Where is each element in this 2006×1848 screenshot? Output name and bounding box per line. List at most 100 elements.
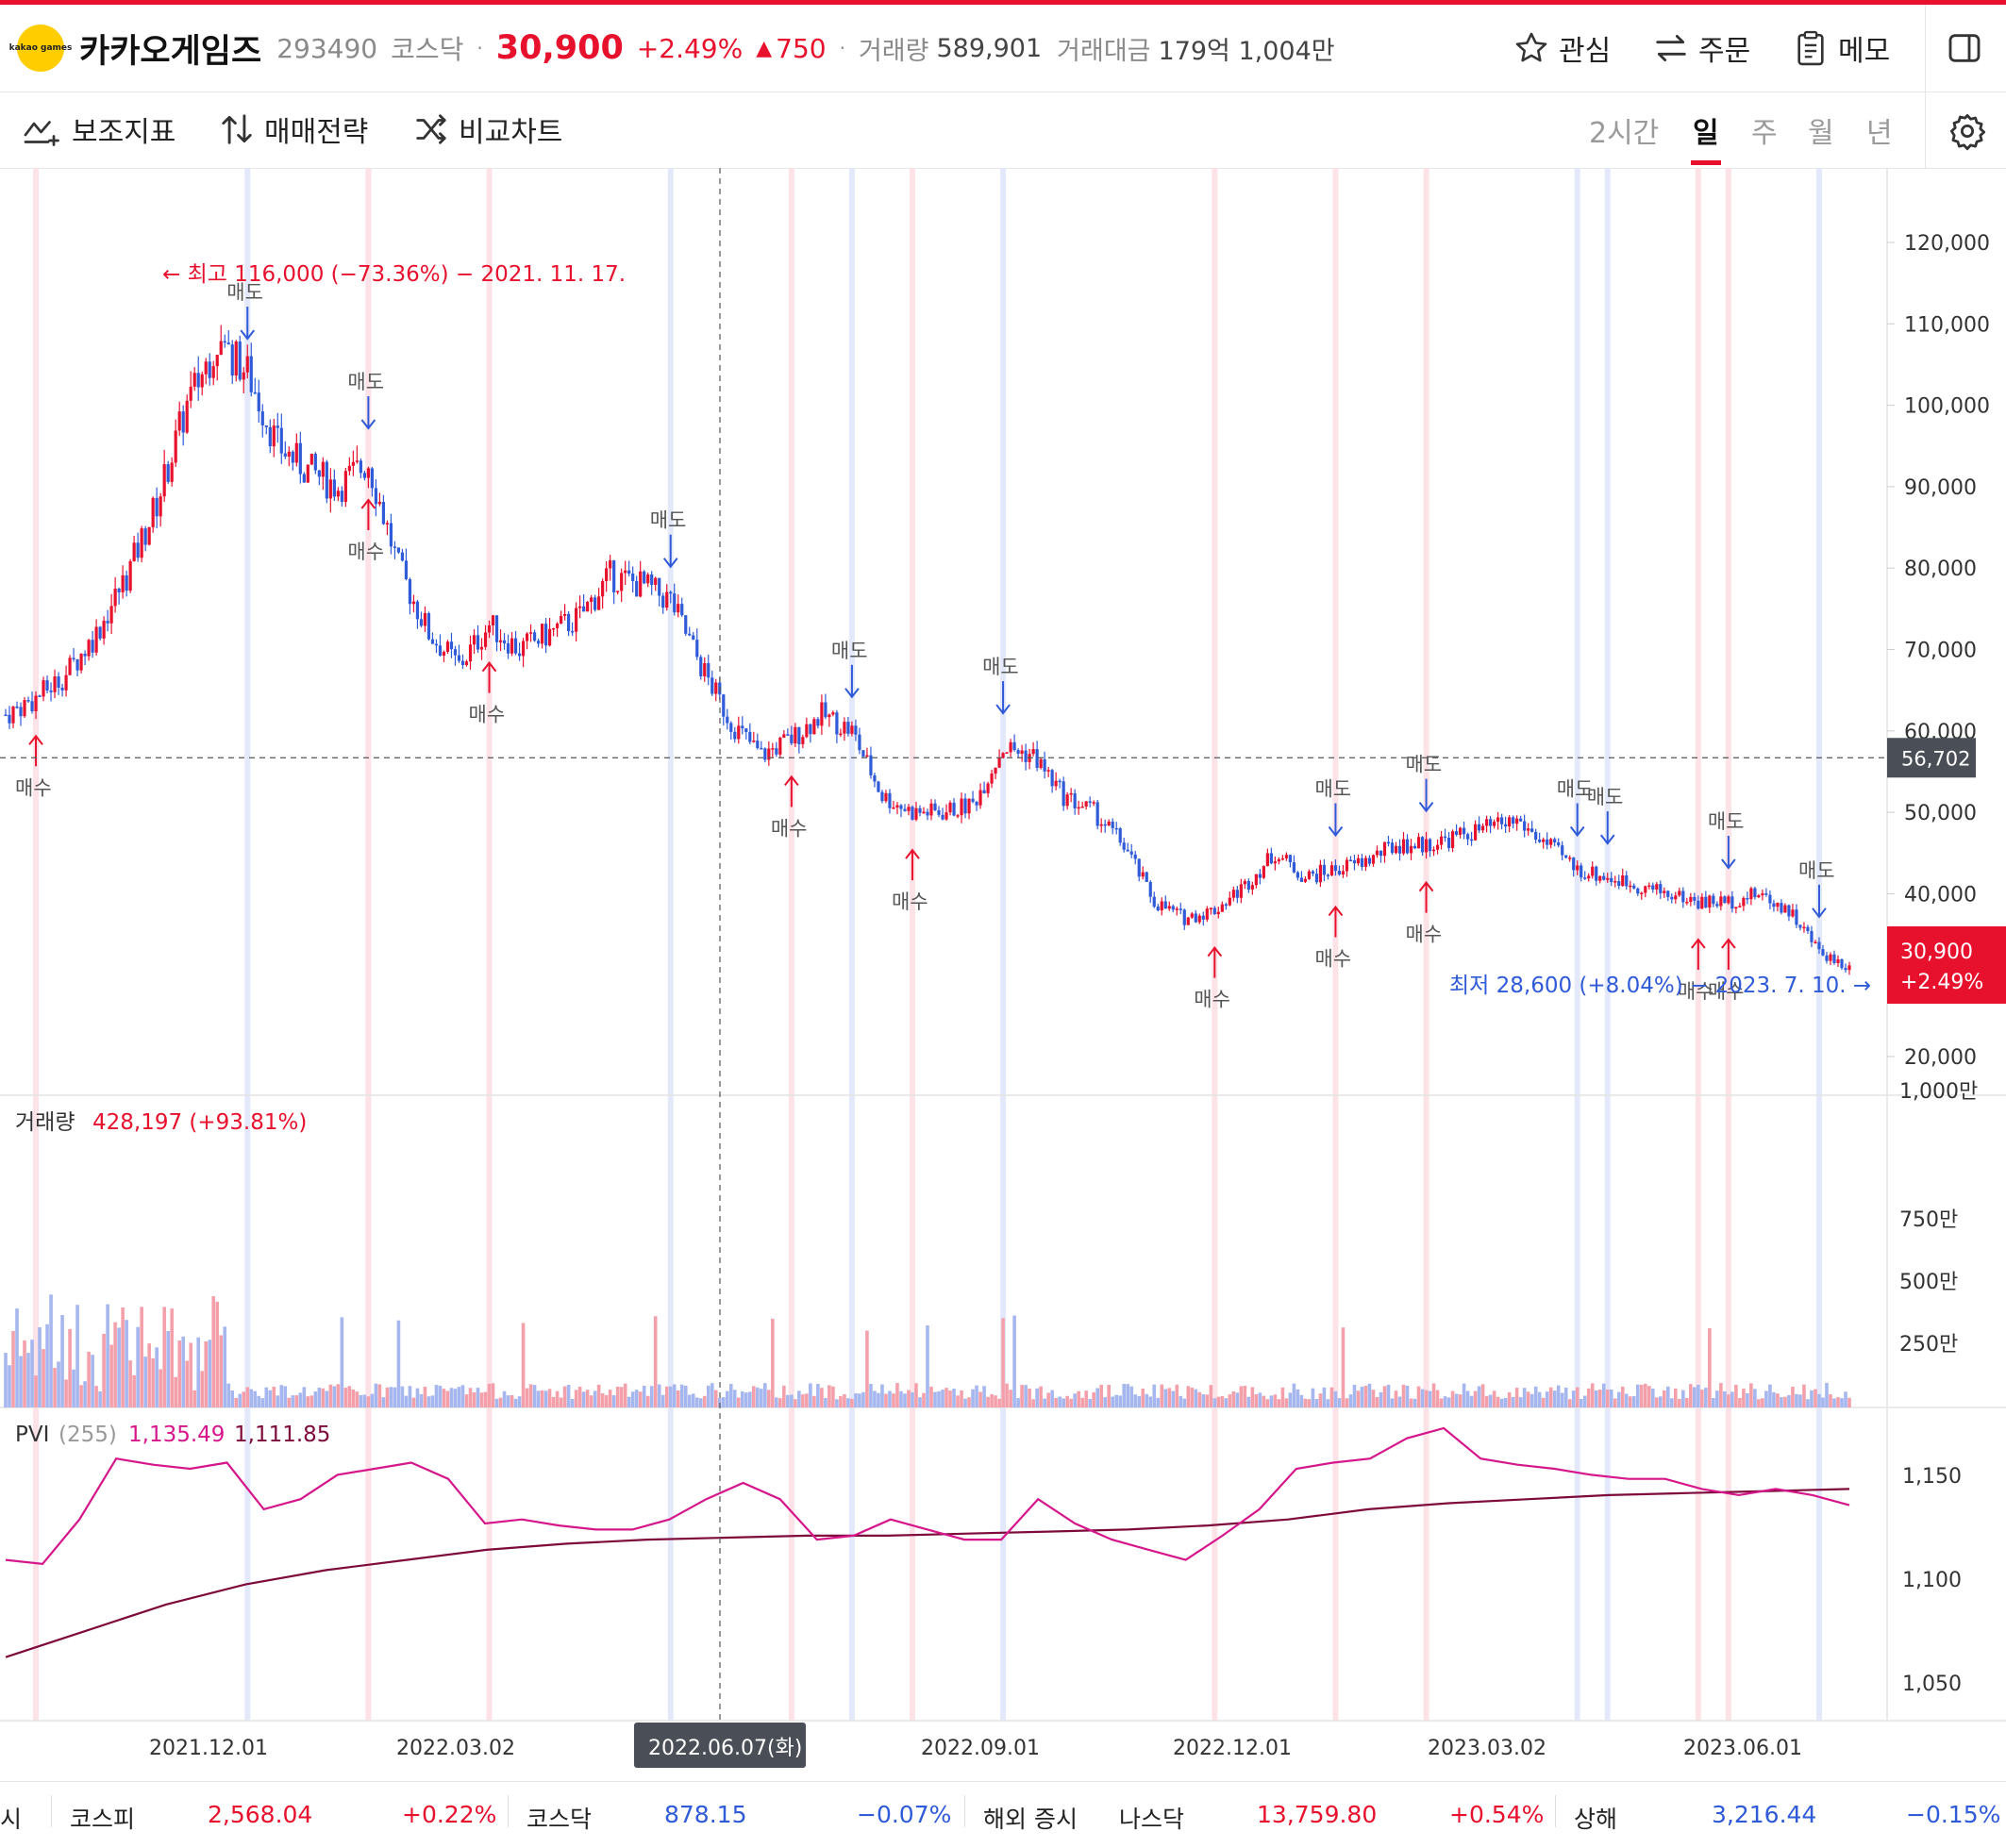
volume-bar — [1518, 1397, 1523, 1407]
candle-body — [827, 714, 831, 718]
candle-body — [532, 632, 537, 641]
candle-body — [189, 386, 192, 401]
candle-body — [1636, 888, 1640, 894]
candle-body — [1126, 849, 1129, 852]
candle-body — [948, 802, 952, 813]
kospi-label[interactable]: 코스피 — [70, 1801, 135, 1835]
volume-bar — [963, 1398, 967, 1407]
candle-body — [801, 737, 805, 744]
period-week[interactable]: 주 — [1751, 109, 1778, 151]
volume-bar — [513, 1398, 518, 1407]
candle-body — [865, 755, 869, 758]
volume-bar — [434, 1385, 439, 1407]
volume-bar — [1450, 1390, 1455, 1407]
sell-arrow-head — [240, 329, 256, 341]
volume-bar — [1582, 1395, 1587, 1407]
shanghai-value: 3,216.44 — [1712, 1801, 1817, 1828]
volume-value: 589,901 — [936, 33, 1043, 63]
volume-bar — [53, 1368, 57, 1407]
volume-bar — [1678, 1398, 1681, 1407]
volume-bar — [75, 1305, 79, 1407]
volume-pane-title: 거래량 — [15, 1110, 75, 1135]
candle-body — [102, 621, 106, 639]
volume-bar — [1337, 1398, 1342, 1407]
candle-body — [442, 651, 446, 656]
candle-body — [1749, 888, 1753, 900]
candle-body — [1780, 903, 1783, 913]
candle-body — [1292, 862, 1296, 873]
candle-body — [1644, 886, 1647, 893]
volume-bar — [1738, 1397, 1742, 1407]
shanghai-label[interactable]: 상해 — [1574, 1801, 1617, 1835]
volume-bar — [794, 1399, 797, 1407]
volume-bar — [1689, 1384, 1693, 1407]
pvi-signal-value: 1,111.85 — [234, 1423, 330, 1447]
volume-bar — [109, 1344, 113, 1407]
volume-bar — [1847, 1397, 1851, 1407]
panel-toggle-button[interactable] — [1946, 25, 1993, 71]
volume-bar — [1080, 1397, 1084, 1407]
volume-bar — [1431, 1383, 1436, 1407]
candle-body — [1504, 824, 1508, 827]
volume-bar — [287, 1397, 292, 1407]
volume-bar — [1133, 1394, 1138, 1407]
candle-body — [245, 356, 249, 373]
candle-body — [551, 627, 556, 630]
candle-body — [1382, 841, 1387, 857]
period-month[interactable]: 월 — [1808, 109, 1834, 151]
candle-body — [181, 411, 185, 433]
volume-bar — [816, 1384, 820, 1407]
volume-bar — [797, 1390, 801, 1407]
volume-bar — [1704, 1388, 1708, 1407]
chart-settings-button[interactable] — [1947, 108, 1997, 155]
candle-body — [729, 723, 733, 732]
candle-body — [816, 719, 820, 726]
compare-button[interactable]: 비교차트 — [413, 106, 562, 153]
volume-bar — [294, 1395, 299, 1407]
candle-body — [1258, 874, 1262, 878]
period-2hour[interactable]: 2시간 — [1589, 109, 1659, 151]
volume-bar — [1579, 1398, 1583, 1407]
volume-bar — [366, 1396, 371, 1407]
candle-body — [861, 750, 865, 758]
volume-bar — [1628, 1396, 1632, 1407]
volume-bar — [1333, 1390, 1338, 1407]
volume-bar — [1719, 1383, 1723, 1407]
volume-bar — [895, 1383, 899, 1407]
memo-button[interactable]: 메모 — [1793, 25, 1890, 71]
period-year[interactable]: 년 — [1866, 109, 1893, 151]
candle-body — [1606, 877, 1610, 880]
buy-signal-label: 매수 — [469, 704, 506, 726]
stock-chart[interactable]: 매수매도매도매수매수매도매수매도매수매도매수매도매수매도매수매도매도매수매도매수… — [0, 0, 2006, 1781]
indicators-button[interactable]: 보조지표 — [23, 106, 176, 153]
volume-bar — [1670, 1398, 1674, 1407]
period-day[interactable]: 일 — [1693, 109, 1719, 151]
volume-bar — [1742, 1389, 1746, 1407]
watch-button[interactable]: 관심 — [1513, 25, 1611, 71]
candle-body — [279, 427, 283, 454]
volume-bar — [778, 1398, 782, 1407]
order-button[interactable]: 주문 — [1653, 25, 1750, 71]
signal-band — [1212, 168, 1218, 1721]
volume-bar — [660, 1394, 665, 1407]
nasdaq-label[interactable]: 나스닥 — [1119, 1801, 1184, 1835]
candle-body — [1284, 855, 1288, 858]
sell-signal-label: 매도 — [1587, 786, 1624, 808]
strategy-button[interactable]: 매매전략 — [219, 106, 368, 153]
candle-body — [1216, 911, 1220, 915]
volume-bar — [468, 1388, 473, 1407]
volume-bar — [1443, 1396, 1447, 1407]
volume-bar — [1016, 1398, 1020, 1407]
candle-body — [1640, 892, 1644, 894]
candle-body — [325, 461, 328, 499]
shuffle-icon — [416, 114, 446, 144]
volume-bar — [479, 1392, 484, 1407]
volume-bar — [1186, 1386, 1191, 1407]
kosdaq-label[interactable]: 코스닥 — [527, 1801, 592, 1835]
stock-name[interactable]: 카카오게임즈 — [79, 25, 261, 73]
volume-bar — [790, 1394, 794, 1407]
volume-bar — [328, 1384, 333, 1407]
candle-body — [1024, 750, 1028, 762]
candle-body — [1122, 842, 1126, 850]
volume-bar — [1571, 1390, 1576, 1407]
